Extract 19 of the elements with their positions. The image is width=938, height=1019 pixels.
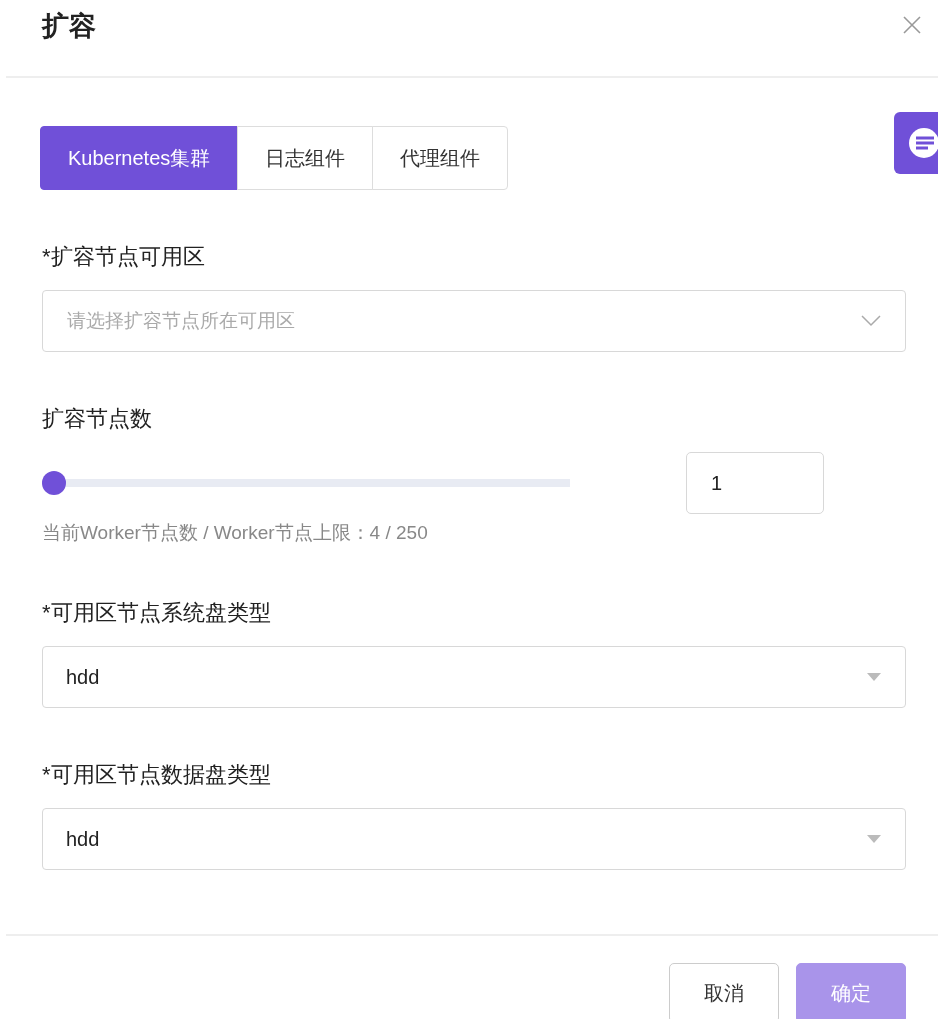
chevron-down-icon xyxy=(861,315,881,327)
close-icon[interactable] xyxy=(902,15,922,35)
disk-type-select[interactable]: hdd xyxy=(42,808,906,870)
field-label: *可用区节点系统盘类型 xyxy=(42,599,272,627)
field-label: *扩容节点可用区 xyxy=(42,243,206,271)
slider-thumb[interactable] xyxy=(42,471,66,495)
field-label: 扩容节点数 xyxy=(42,405,153,433)
dialog-title: 扩容 xyxy=(42,10,96,43)
field-label: *可用区节点数据盘类型 xyxy=(42,761,272,789)
tab[interactable]: Kubernetes集群 xyxy=(40,126,239,190)
caret-down-icon xyxy=(867,673,881,681)
cancel-button[interactable]: 取消 xyxy=(669,963,779,1019)
count-input[interactable]: 1 xyxy=(686,452,824,514)
hint-text: 当前Worker节点数 / Worker节点上限：4 / 250 xyxy=(42,521,429,545)
tab[interactable]: 代理组件 xyxy=(372,126,509,190)
tab[interactable]: 日志组件 xyxy=(237,126,374,190)
disk-type-select[interactable]: hdd xyxy=(42,646,906,708)
menu-icon[interactable] xyxy=(894,112,938,174)
caret-down-icon xyxy=(867,835,881,843)
